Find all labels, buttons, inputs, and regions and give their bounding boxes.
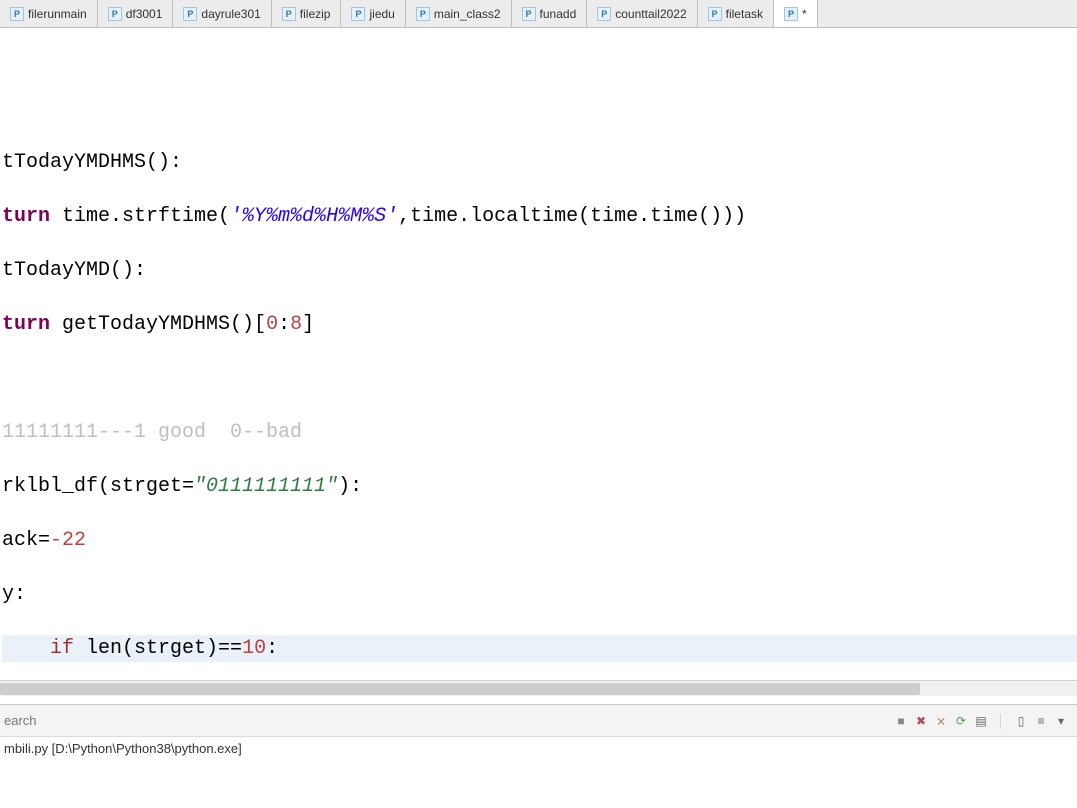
python-file-icon (708, 7, 722, 21)
tab-filezip[interactable]: filezip (272, 0, 342, 27)
scrollbar-thumb[interactable] (0, 683, 920, 695)
tab-label: filezip (300, 7, 331, 21)
tab-label: df3001 (126, 7, 163, 21)
tab-label: counttail2022 (615, 7, 686, 21)
console-output[interactable] (0, 760, 1077, 808)
tab-label: jiedu (369, 7, 394, 21)
current-line: if len(strget)==10: (2, 635, 1077, 662)
tab-df3001[interactable]: df3001 (98, 0, 174, 27)
python-file-icon (784, 7, 798, 21)
tab-funadd[interactable]: funadd (512, 0, 588, 27)
python-file-icon (10, 7, 24, 21)
separator-icon: │ (993, 713, 1009, 729)
python-file-icon (597, 7, 611, 21)
console-label: mbili.py [D:\Python\Python38\python.exe] (0, 736, 1077, 760)
close-icon[interactable]: ✖ (913, 713, 929, 729)
tab-label: funadd (540, 7, 577, 21)
horizontal-scrollbar[interactable] (0, 680, 1077, 696)
document-icon[interactable]: ▯ (1013, 713, 1029, 729)
tab-active[interactable]: * (774, 0, 818, 27)
tab-filetask[interactable]: filetask (698, 0, 774, 27)
tab-label: main_class2 (434, 7, 501, 21)
search-input[interactable]: earch (0, 713, 37, 728)
tab-filerunmain[interactable]: filerunmain (0, 0, 98, 27)
tab-dayrule301[interactable]: dayrule301 (173, 0, 271, 27)
stop-icon[interactable]: ■ (893, 713, 909, 729)
tab-main-class2[interactable]: main_class2 (406, 0, 512, 27)
python-file-icon (416, 7, 430, 21)
tab-bar: filerunmain df3001 dayrule301 filezip ji… (0, 0, 1077, 28)
tab-label: dayrule301 (201, 7, 260, 21)
toolbar-icons: ■ ✖ ⨯ ⟳ ▤ │ ▯ ≡ ▾ (893, 713, 1077, 729)
python-file-icon (351, 7, 365, 21)
python-file-icon (183, 7, 197, 21)
tab-label: filerunmain (28, 7, 87, 21)
terminal-icon[interactable]: ▤ (973, 713, 989, 729)
remove-all-icon[interactable]: ⨯ (933, 713, 949, 729)
tab-jiedu[interactable]: jiedu (341, 0, 405, 27)
search-bar: earch ■ ✖ ⨯ ⟳ ▤ │ ▯ ≡ ▾ (0, 704, 1077, 736)
python-file-icon (522, 7, 536, 21)
tab-label: filetask (726, 7, 763, 21)
tab-counttail2022[interactable]: counttail2022 (587, 0, 697, 27)
console-process: mbili.py [D:\Python\Python38\python.exe] (4, 741, 242, 756)
tab-label: * (802, 7, 807, 21)
list-icon[interactable]: ≡ (1033, 713, 1049, 729)
code-content: tTodayYMDHMS(): turn time.strftime('%Y%m… (0, 82, 1077, 670)
dropdown-icon[interactable]: ▾ (1053, 713, 1069, 729)
refresh-icon[interactable]: ⟳ (953, 713, 969, 729)
python-file-icon (282, 7, 296, 21)
code-editor[interactable]: tTodayYMDHMS(): turn time.strftime('%Y%m… (0, 28, 1077, 670)
python-file-icon (108, 7, 122, 21)
